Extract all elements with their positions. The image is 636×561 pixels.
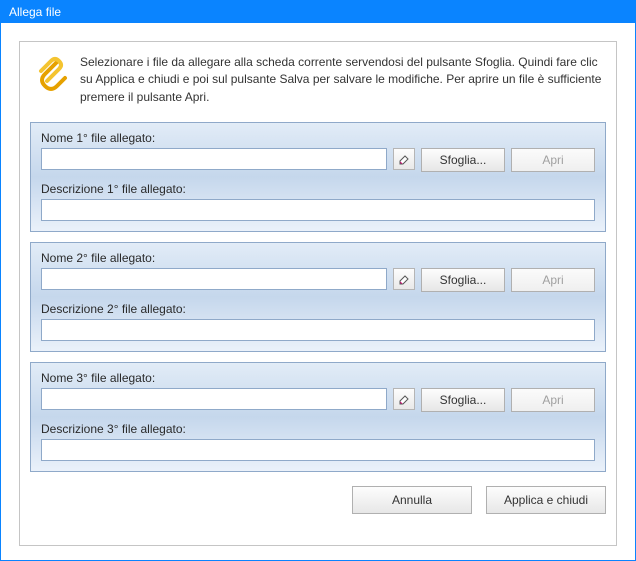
file2-desc-input[interactable] (41, 319, 595, 341)
file1-browse-button[interactable]: Sfoglia... (421, 148, 505, 172)
file1-open-button[interactable]: Apri (511, 148, 595, 172)
instructions-row: Selezionare i file da allegare alla sche… (30, 52, 606, 114)
inner-panel: Selezionare i file da allegare alla sche… (19, 41, 617, 546)
file1-name-input[interactable] (41, 148, 387, 170)
file-group-3: Nome 3° file allegato: Sfoglia... Apri D… (30, 362, 606, 472)
file3-name-row: Sfoglia... Apri (41, 388, 595, 412)
content-area: Selezionare i file da allegare alla sche… (1, 23, 635, 560)
file2-clear-button[interactable] (393, 268, 415, 290)
paperclip-icon (34, 54, 70, 94)
file2-open-button[interactable]: Apri (511, 268, 595, 292)
file1-desc-label: Descrizione 1° file allegato: (41, 182, 595, 196)
apply-close-button[interactable]: Applica e chiudi (486, 486, 606, 514)
file2-desc-label: Descrizione 2° file allegato: (41, 302, 595, 316)
file1-clear-button[interactable] (393, 148, 415, 170)
eraser-icon (397, 152, 411, 166)
file2-name-input[interactable] (41, 268, 387, 290)
file1-desc-input[interactable] (41, 199, 595, 221)
window-title: Allega file (9, 5, 61, 19)
eraser-icon (397, 272, 411, 286)
eraser-icon (397, 392, 411, 406)
file2-name-row: Sfoglia... Apri (41, 268, 595, 292)
file1-name-row: Sfoglia... Apri (41, 148, 595, 172)
file1-name-label: Nome 1° file allegato: (41, 131, 595, 145)
file2-name-label: Nome 2° file allegato: (41, 251, 595, 265)
cancel-button[interactable]: Annulla (352, 486, 472, 514)
instructions-text: Selezionare i file da allegare alla sche… (80, 54, 602, 106)
dialog-window: Allega file Selezionare i file da allega… (0, 0, 636, 561)
footer-buttons: Annulla Applica e chiudi (30, 472, 606, 514)
file3-desc-input[interactable] (41, 439, 595, 461)
file3-name-input[interactable] (41, 388, 387, 410)
titlebar: Allega file (1, 1, 635, 23)
file-group-2: Nome 2° file allegato: Sfoglia... Apri D… (30, 242, 606, 352)
file2-browse-button[interactable]: Sfoglia... (421, 268, 505, 292)
file3-clear-button[interactable] (393, 388, 415, 410)
file-group-1: Nome 1° file allegato: Sfoglia... Apri D… (30, 122, 606, 232)
file3-browse-button[interactable]: Sfoglia... (421, 388, 505, 412)
file3-name-label: Nome 3° file allegato: (41, 371, 595, 385)
file3-open-button[interactable]: Apri (511, 388, 595, 412)
file3-desc-label: Descrizione 3° file allegato: (41, 422, 595, 436)
